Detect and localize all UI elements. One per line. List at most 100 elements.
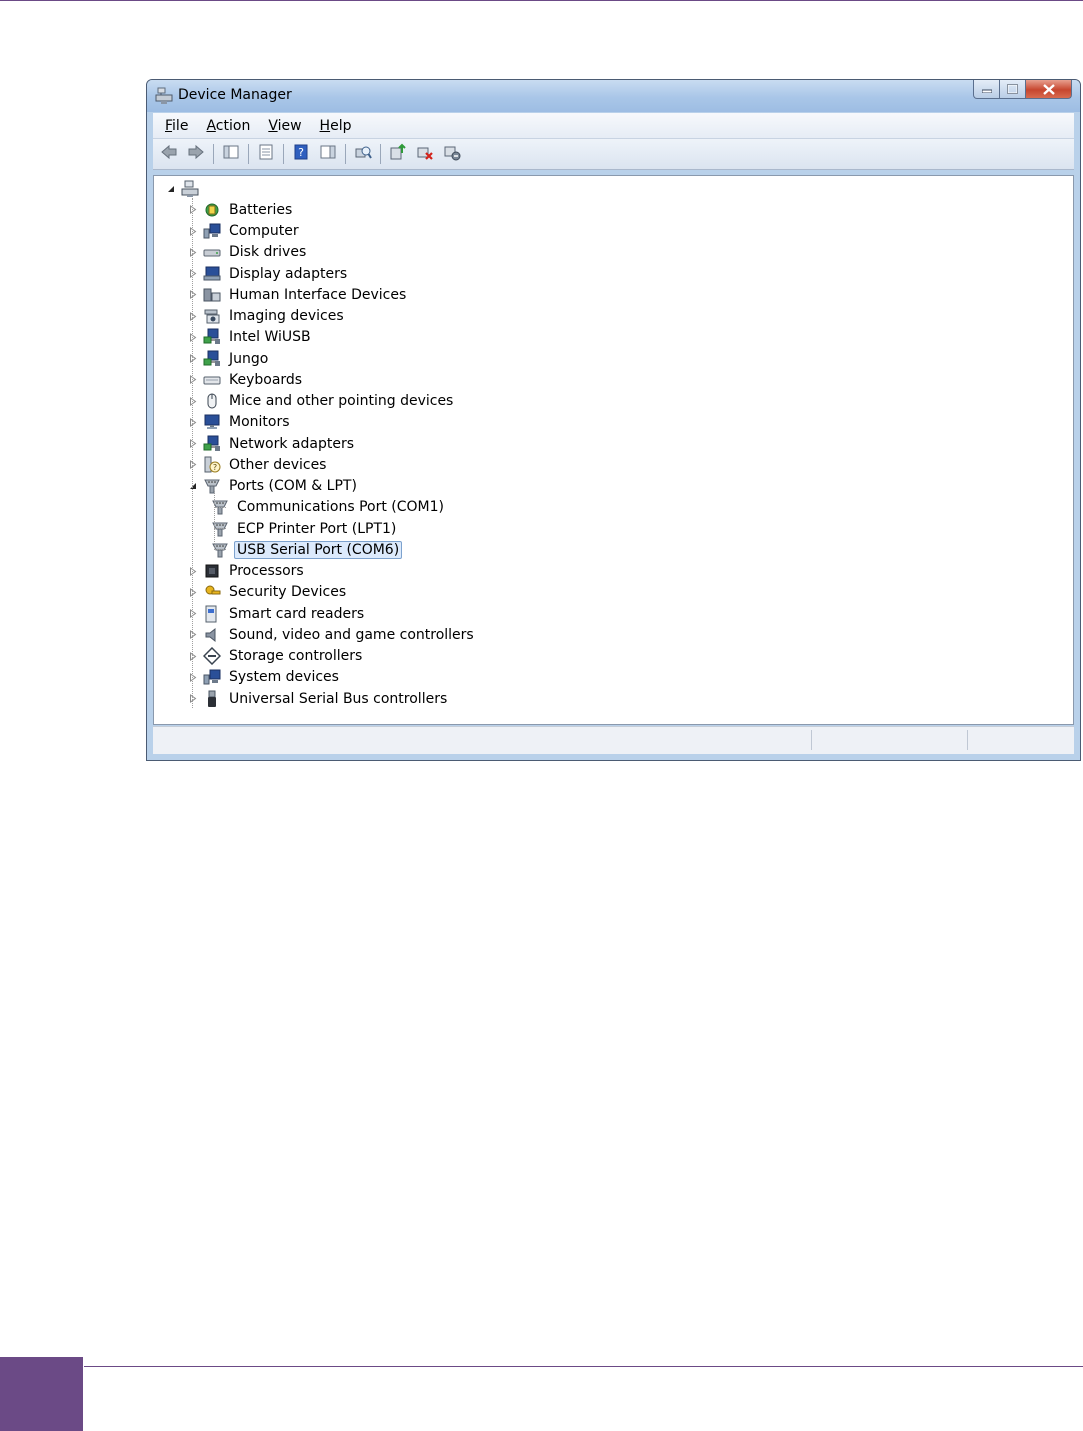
toolbar-separator [345, 144, 346, 164]
device-tree[interactable]: Batteries Computer Disk drives Display adap… [153, 175, 1074, 725]
expand-arrow-icon[interactable] [188, 417, 198, 427]
tree-item-label[interactable]: Disk drives [226, 243, 309, 261]
tree-item-label[interactable]: Network adapters [226, 435, 357, 453]
tree-category-system-devices[interactable]: System devices [188, 667, 342, 688]
tree-category-disk-drives[interactable]: Disk drives [188, 242, 309, 263]
tree-device-ecp-printer-port-lpt1[interactable]: ECP Printer Port (LPT1) [210, 518, 399, 539]
back-button[interactable] [157, 143, 181, 165]
tree-category-storage-controllers[interactable]: Storage controllers [188, 646, 365, 667]
tree-category-intel-wiusb[interactable]: Intel WiUSB [188, 327, 314, 348]
tree-category-keyboards[interactable]: Keyboards [188, 369, 305, 390]
tree-category-universal-serial-bus-controllers[interactable]: Universal Serial Bus controllers [188, 688, 450, 709]
tree-item-label[interactable]: Sound, video and game controllers [226, 626, 477, 644]
tree-item-label[interactable]: Jungo [226, 350, 271, 368]
tree-connector [214, 506, 226, 508]
help-button[interactable]: ? [289, 143, 313, 165]
scan-hardware-button[interactable] [351, 143, 375, 165]
expand-arrow-icon[interactable] [188, 566, 198, 576]
maximize-button[interactable] [1000, 80, 1026, 99]
expand-arrow-icon[interactable] [188, 354, 198, 364]
toolbar-separator [213, 144, 214, 164]
expand-arrow-icon[interactable] [188, 651, 198, 661]
tree-item-label[interactable]: Smart card readers [226, 605, 367, 623]
properties-button[interactable] [254, 143, 278, 165]
expand-arrow-icon[interactable] [188, 396, 198, 406]
menu-view[interactable]: View [262, 118, 307, 134]
tree-device-usb-serial-port-com6[interactable]: USB Serial Port (COM6) [210, 539, 403, 560]
tree-item-label[interactable]: System devices [226, 668, 342, 686]
expand-arrow-icon[interactable] [188, 587, 198, 597]
expand-arrow-icon[interactable] [188, 205, 198, 215]
tree-category-other-devices[interactable]: ? Other devices [188, 454, 329, 475]
tree-category-display-adapters[interactable]: Display adapters [188, 263, 350, 284]
expand-arrow-icon[interactable] [188, 311, 198, 321]
collapse-arrow-icon[interactable] [166, 184, 176, 194]
tree-item-label[interactable]: Security Devices [226, 583, 349, 601]
console-tree-button[interactable] [219, 143, 243, 165]
tree-category-imaging-devices[interactable]: Imaging devices [188, 306, 347, 327]
tree-connector [214, 528, 226, 529]
title-bar[interactable]: Device Manager [147, 80, 1080, 112]
expand-arrow-icon[interactable] [188, 630, 198, 640]
tree-category-security-devices[interactable]: Security Devices [188, 582, 349, 603]
tree-category-computer[interactable]: Computer [188, 221, 302, 242]
tree-category-mice-and-other-pointing-devices[interactable]: Mice and other pointing devices [188, 391, 456, 412]
menu-file[interactable]: File [159, 118, 194, 134]
update-driver-icon [389, 143, 407, 165]
security-key-icon [202, 583, 222, 601]
minimize-icon [981, 89, 992, 93]
expand-arrow-icon[interactable] [188, 247, 198, 257]
expand-arrow-icon[interactable] [188, 375, 198, 385]
expand-arrow-icon[interactable] [188, 694, 198, 704]
tree-item-label[interactable]: Imaging devices [226, 307, 347, 325]
action-pane-button[interactable] [316, 143, 340, 165]
keyboard-icon [202, 371, 222, 389]
storage-icon [202, 647, 222, 665]
expand-arrow-icon[interactable] [188, 609, 198, 619]
tree-item-label[interactable]: Display adapters [226, 265, 350, 283]
tree-category-monitors[interactable]: Monitors [188, 412, 293, 433]
close-button[interactable] [1026, 80, 1072, 99]
menu-action[interactable]: Action [200, 118, 256, 134]
collapse-arrow-icon[interactable] [188, 481, 198, 491]
tree-item-label[interactable]: Keyboards [226, 371, 305, 389]
tree-category-jungo[interactable]: Jungo [188, 348, 271, 369]
tree-item-label[interactable]: Batteries [226, 201, 295, 219]
tree-item-label[interactable]: Other devices [226, 456, 329, 474]
tree-root[interactable] [166, 178, 204, 199]
tree-item-label[interactable]: Mice and other pointing devices [226, 392, 456, 410]
tree-item-label[interactable]: Human Interface Devices [226, 286, 409, 304]
expand-arrow-icon[interactable] [188, 290, 198, 300]
tree-item-label[interactable]: USB Serial Port (COM6) [234, 540, 403, 559]
tree-item-label[interactable]: Intel WiUSB [226, 328, 314, 346]
expand-arrow-icon[interactable] [188, 460, 198, 470]
expand-arrow-icon[interactable] [188, 439, 198, 449]
expand-arrow-icon[interactable] [188, 332, 198, 342]
update-driver-button[interactable] [386, 143, 410, 165]
tree-category-processors[interactable]: Processors [188, 561, 307, 582]
tree-item-label[interactable]: Universal Serial Bus controllers [226, 690, 450, 708]
menu-help[interactable]: Help [314, 118, 358, 134]
expand-arrow-icon[interactable] [188, 672, 198, 682]
tree-device-communications-port-com1[interactable]: Communications Port (COM1) [210, 497, 447, 518]
disable-device-button[interactable] [440, 143, 464, 165]
expand-arrow-icon[interactable] [188, 269, 198, 279]
expand-arrow-icon[interactable] [188, 226, 198, 236]
forward-button[interactable] [184, 143, 208, 165]
tree-category-network-adapters[interactable]: Network adapters [188, 433, 357, 454]
tree-category-sound-video-and-game-controllers[interactable]: Sound, video and game controllers [188, 624, 477, 645]
uninstall-button[interactable] [413, 143, 437, 165]
tree-category-smart-card-readers[interactable]: Smart card readers [188, 603, 367, 624]
tree-item-label[interactable]: ECP Printer Port (LPT1) [234, 520, 399, 538]
minimize-button[interactable] [973, 80, 1000, 99]
toolbar-separator [380, 144, 381, 164]
tree-item-label[interactable]: Ports (COM & LPT) [226, 477, 360, 495]
tree-item-label[interactable]: Processors [226, 562, 307, 580]
tree-item-label[interactable]: Storage controllers [226, 647, 365, 665]
device-manager-window: Device Manager File Action View Help ? Batt… [146, 79, 1081, 761]
tree-item-label[interactable]: Monitors [226, 413, 293, 431]
tree-item-label[interactable]: Communications Port (COM1) [234, 498, 447, 516]
tree-category-human-interface-devices[interactable]: Human Interface Devices [188, 284, 409, 305]
tree-category-batteries[interactable]: Batteries [188, 199, 295, 220]
tree-item-label[interactable]: Computer [226, 222, 302, 240]
